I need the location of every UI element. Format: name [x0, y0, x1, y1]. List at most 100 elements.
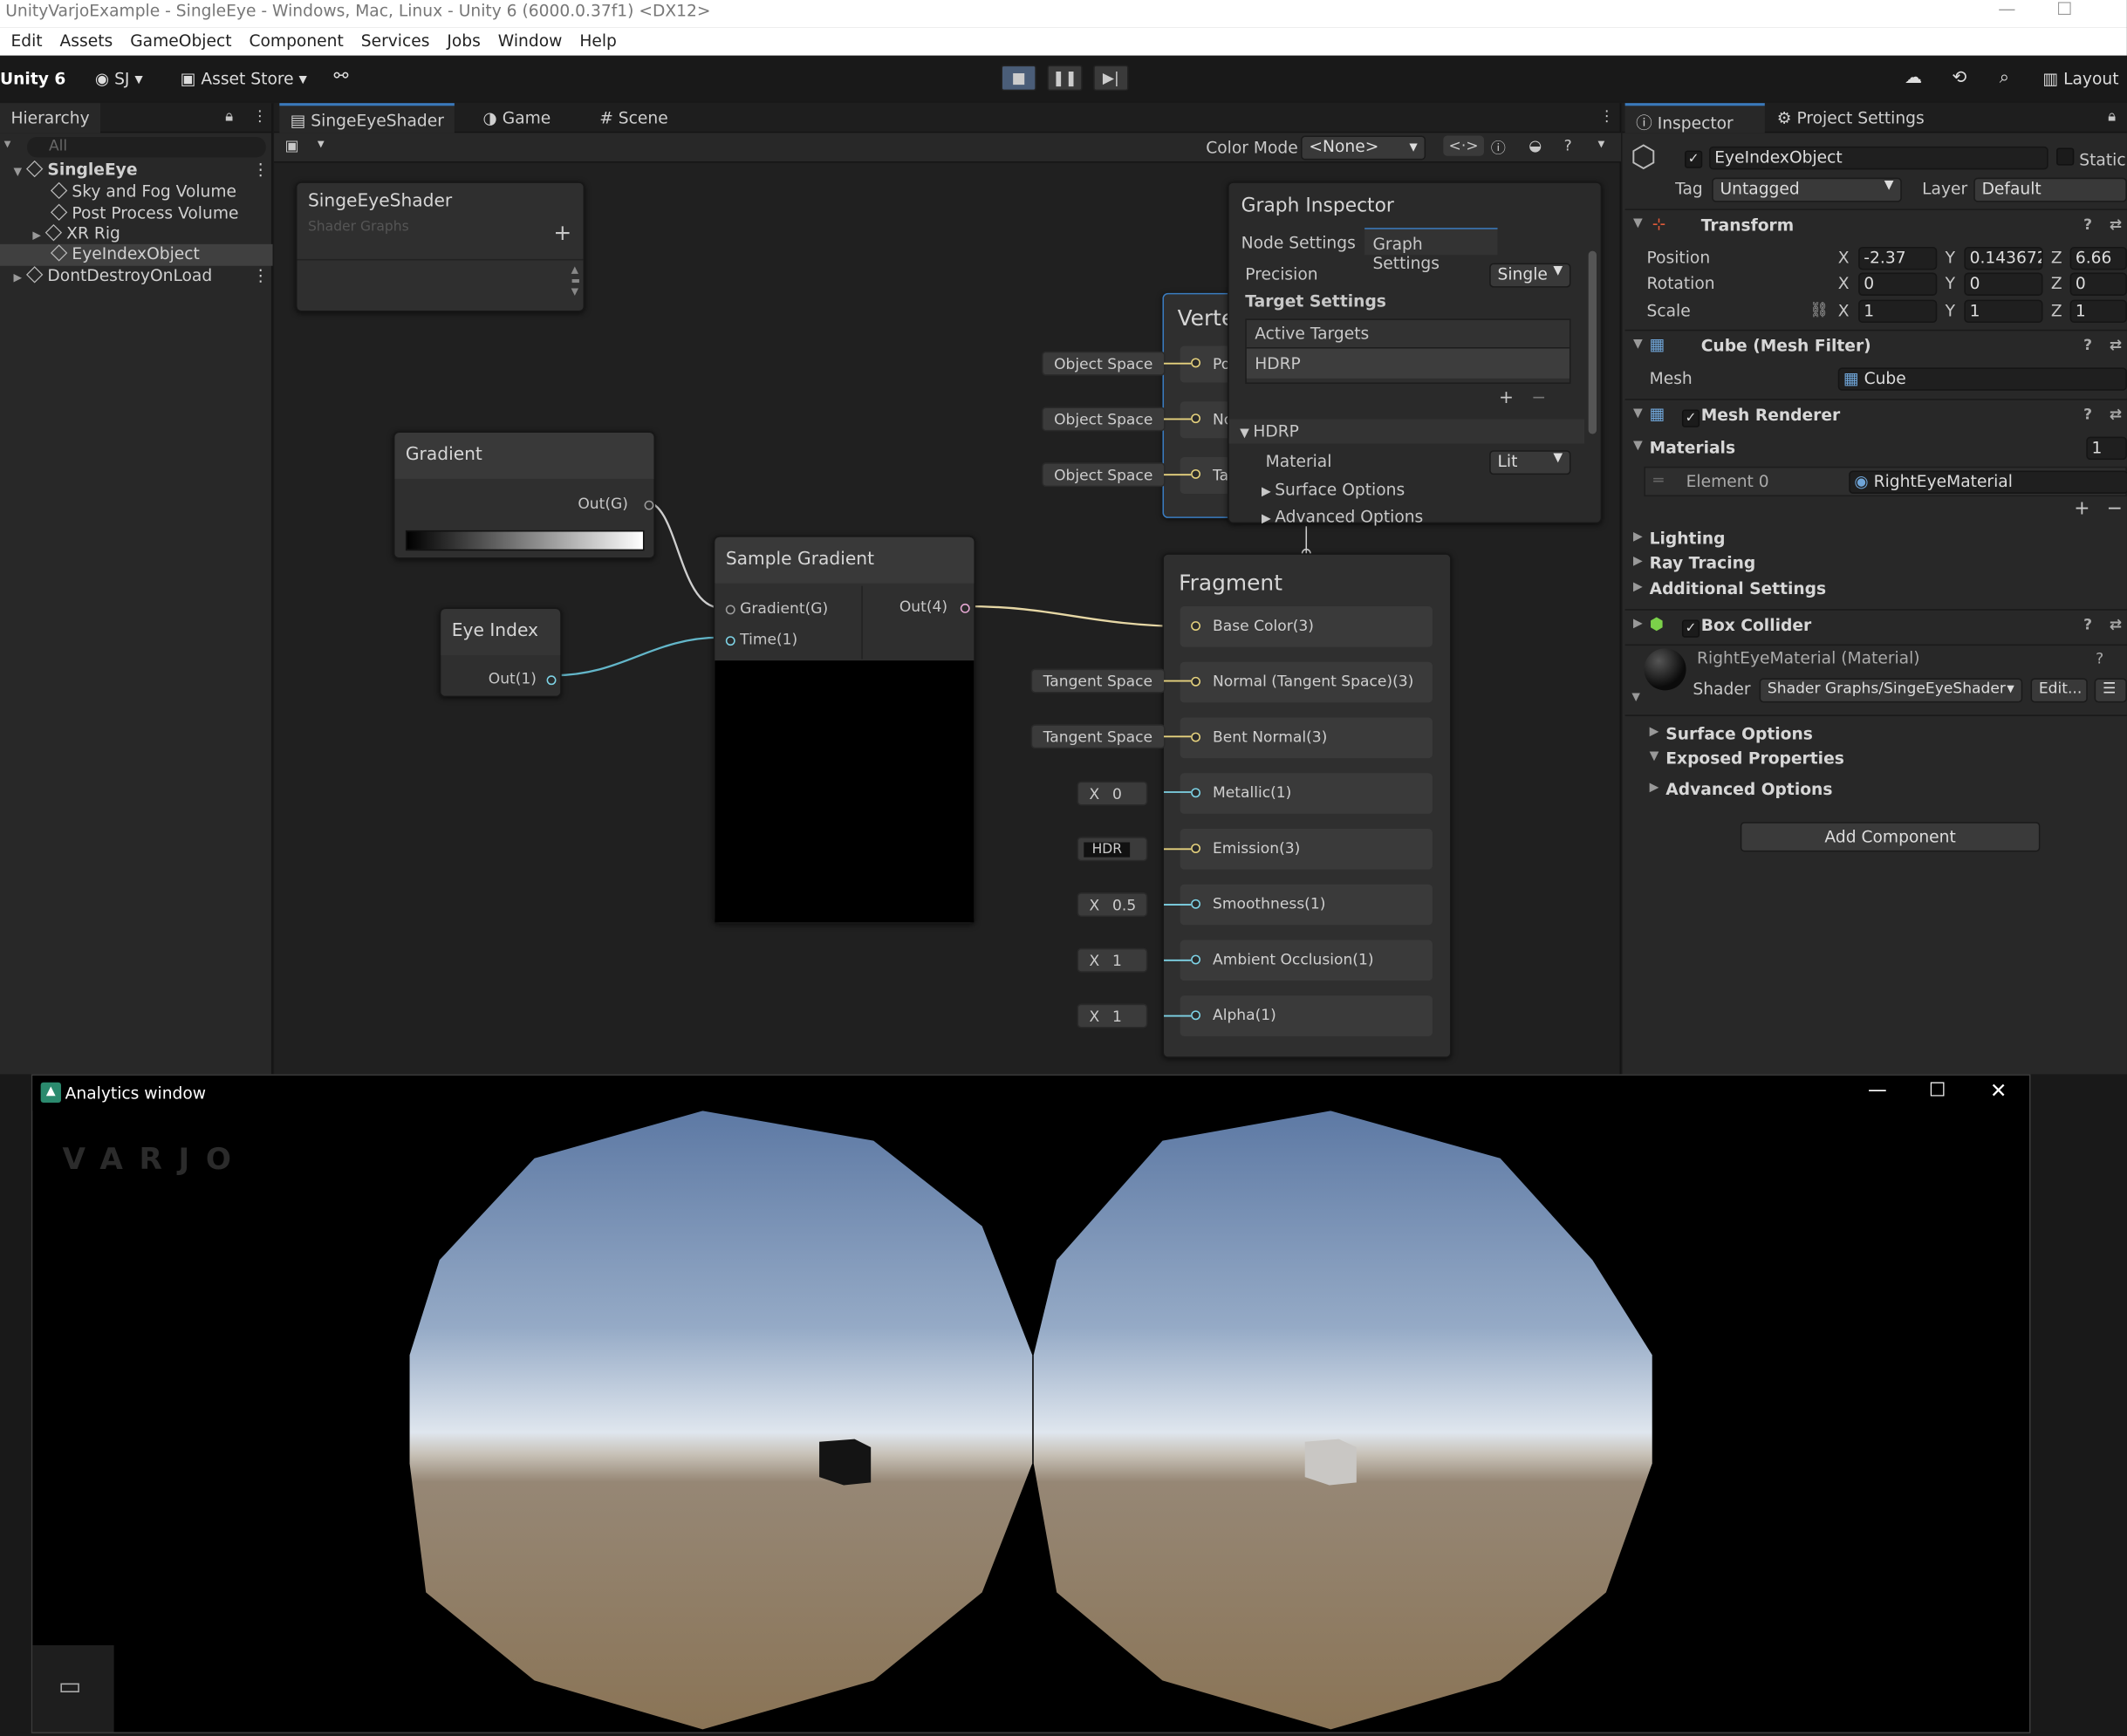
tab-project-settings[interactable]: ⚙ Project Settings — [1766, 103, 1935, 133]
minimize-icon[interactable]: — — [1868, 1080, 1887, 1102]
help-icon[interactable]: ? — [2083, 215, 2092, 233]
shader-dropdown[interactable]: Shader Graphs/SingeEyeShader ▾ — [1759, 678, 2023, 703]
check-icon: ✓ — [1681, 619, 1700, 638]
rotation-z-field[interactable]: 0 — [2069, 272, 2127, 296]
position-y-field[interactable]: 0.143672 — [1964, 246, 2043, 270]
mesh-icon: ▦ — [1843, 368, 1859, 388]
material-dropdown[interactable]: Lit ▼ — [1489, 450, 1571, 475]
window-icon[interactable]: ▭ — [58, 1672, 81, 1701]
active-checkbox[interactable]: ✓ — [1685, 147, 1703, 168]
surface-options-foldout[interactable]: ▶ Surface Options — [1262, 480, 1405, 499]
object-name-field[interactable]: EyeIndexObject — [1709, 146, 2048, 170]
tab-label: Inspector — [1657, 113, 1734, 133]
divider — [1624, 644, 2127, 646]
expand-icon: ▶ — [1632, 530, 1643, 544]
materials-foldout[interactable]: ▼ Materials 1 — [1625, 436, 2127, 467]
mesh-renderer-icon: ▦ — [1649, 404, 1665, 424]
material-element-row[interactable]: ═ Element 0 ◉ RightEyeMaterial — [1644, 466, 2127, 497]
hdrp-foldout[interactable]: ▼ HDRP — [1228, 419, 1585, 444]
right-eye-view — [1033, 1111, 1652, 1730]
maximize-icon[interactable]: ☐ — [1929, 1080, 1946, 1102]
drag-handle-icon[interactable]: ═ — [1653, 471, 1663, 490]
scale-y-field[interactable]: 1 — [1964, 299, 2043, 324]
foldout-label: Exposed Properties — [1665, 748, 1844, 769]
gear-icon: ⚙ — [1776, 108, 1797, 128]
tab-node-settings[interactable]: Node Settings — [1241, 233, 1356, 252]
foldout-label: Surface Options — [1665, 724, 1813, 744]
exposed-properties-foldout[interactable]: ▼ Exposed Properties — [1625, 748, 2127, 777]
additional-settings-foldout[interactable]: ▶ Additional Settings — [1625, 578, 2127, 607]
foldout-label: Advanced Options — [1665, 780, 1833, 799]
add-element-button[interactable]: + — [2074, 498, 2089, 520]
transform-header[interactable]: ▼ ⊹ Transform? ⇄ — [1625, 215, 2127, 244]
advanced-options-foldout[interactable]: ▶ Advanced Options — [1625, 778, 2127, 808]
remove-element-button[interactable]: − — [2107, 498, 2123, 520]
mesh-filter-header[interactable]: ▼ ▦ Cube (Mesh Filter)? ⇄ — [1625, 335, 2127, 365]
eye-views — [409, 1111, 1652, 1730]
expand-icon: ▶ — [1649, 781, 1659, 796]
help-icon[interactable]: ? — [2083, 616, 2092, 633]
component-title: Transform — [1700, 215, 1795, 235]
settings-icon[interactable]: ⇄ — [2110, 337, 2122, 354]
foldout-label: Lighting — [1649, 529, 1726, 549]
static-checkbox[interactable]: Static — [2056, 147, 2126, 169]
add-target-button[interactable]: + — [1499, 388, 1514, 408]
transform-icon: ⊹ — [1652, 214, 1666, 234]
position-z-field[interactable]: 6.66 — [2069, 246, 2127, 270]
tab-graph-settings[interactable]: Graph Settings — [1364, 228, 1498, 273]
expand-icon: ▼ — [1632, 338, 1643, 352]
rotation-y-field[interactable]: 0 — [1964, 272, 2043, 296]
tab-label: Project Settings — [1796, 108, 1925, 128]
target-item-hdrp[interactable]: HDRP — [1246, 348, 1570, 379]
axis-y-label: Y — [1945, 248, 1956, 268]
help-icon[interactable]: ? — [2083, 406, 2092, 423]
settings-icon[interactable]: ⇄ — [2110, 616, 2122, 633]
shader-menu-button[interactable]: ☰ — [2094, 678, 2127, 703]
field-value: 0.143672 — [1969, 248, 2043, 268]
remove-target-button[interactable]: − — [1531, 388, 1546, 408]
layer-value: Default — [1981, 179, 2042, 199]
scrollbar[interactable] — [1588, 250, 1597, 434]
expand-icon: ▼ — [1240, 427, 1254, 441]
close-icon[interactable]: ✕ — [1990, 1078, 2007, 1103]
materials-count-field[interactable]: 1 — [2086, 436, 2127, 461]
settings-icon[interactable]: ⇄ — [2110, 406, 2122, 423]
precision-dropdown[interactable]: Single ▼ — [1489, 263, 1571, 288]
analytics-title-bar: ▲ Analytics window — ☐ ✕ — [32, 1075, 2029, 1111]
tab-inspector[interactable]: ⓘ Inspector — [1624, 103, 1765, 133]
precision-label: Precision — [1245, 264, 1318, 284]
expand-icon: ▶ — [1632, 554, 1643, 569]
settings-icon[interactable]: ⇄ — [2110, 215, 2122, 233]
field-value: 1 — [2075, 301, 2086, 320]
mesh-field[interactable]: ▦ Cube — [1837, 367, 2127, 391]
layer-dropdown[interactable]: Default — [1973, 177, 2127, 202]
edit-shader-button[interactable]: Edit... — [2030, 678, 2088, 703]
list-icon: ☰ — [2102, 679, 2117, 698]
mesh-renderer-header[interactable]: ▼ ▦ ✓ Mesh Renderer? ⇄ — [1625, 404, 2127, 434]
enabled-checkbox[interactable]: ✓ — [1681, 617, 1700, 638]
field-value: 1 — [1969, 301, 1980, 320]
advanced-options-foldout[interactable]: ▶ Advanced Options — [1262, 507, 1423, 526]
help-icon[interactable]: ? — [2083, 337, 2092, 354]
scale-z-field[interactable]: 1 — [2069, 299, 2127, 324]
position-label: Position — [1646, 248, 1711, 268]
expand-icon: ▼ — [1632, 407, 1643, 420]
count-value: 1 — [2091, 438, 2103, 457]
component-title: Cube (Mesh Filter) — [1700, 336, 1871, 356]
enabled-checkbox[interactable]: ✓ — [1681, 407, 1700, 427]
lock-icon[interactable]: 🔒︎ — [2108, 107, 2116, 126]
position-x-field[interactable]: -2.37 — [1858, 246, 1938, 270]
add-component-button[interactable]: Add Component — [1740, 822, 2041, 852]
box-collider-header[interactable]: ▶ ⬢ ✓ Box Collider? ⇄ — [1625, 614, 2127, 644]
object-name: EyeIndexObject — [1714, 147, 1843, 167]
graph-inspector[interactable]: Graph Inspector Node Settings Graph Sett… — [1228, 181, 1603, 526]
element-label: Element 0 — [1686, 472, 1769, 491]
scale-x-field[interactable]: 1 — [1858, 299, 1938, 324]
link-icon[interactable]: ⛓ — [1809, 301, 1829, 318]
help-icon[interactable]: ? — [2096, 650, 2103, 667]
app-icon: ▲ — [40, 1082, 61, 1104]
tag-dropdown[interactable]: Untagged ▼ — [1712, 177, 1902, 202]
material-field[interactable]: ◉ RightEyeMaterial — [1849, 470, 2127, 494]
expand-icon[interactable]: ▼ — [1631, 690, 1640, 702]
rotation-x-field[interactable]: 0 — [1858, 272, 1938, 296]
